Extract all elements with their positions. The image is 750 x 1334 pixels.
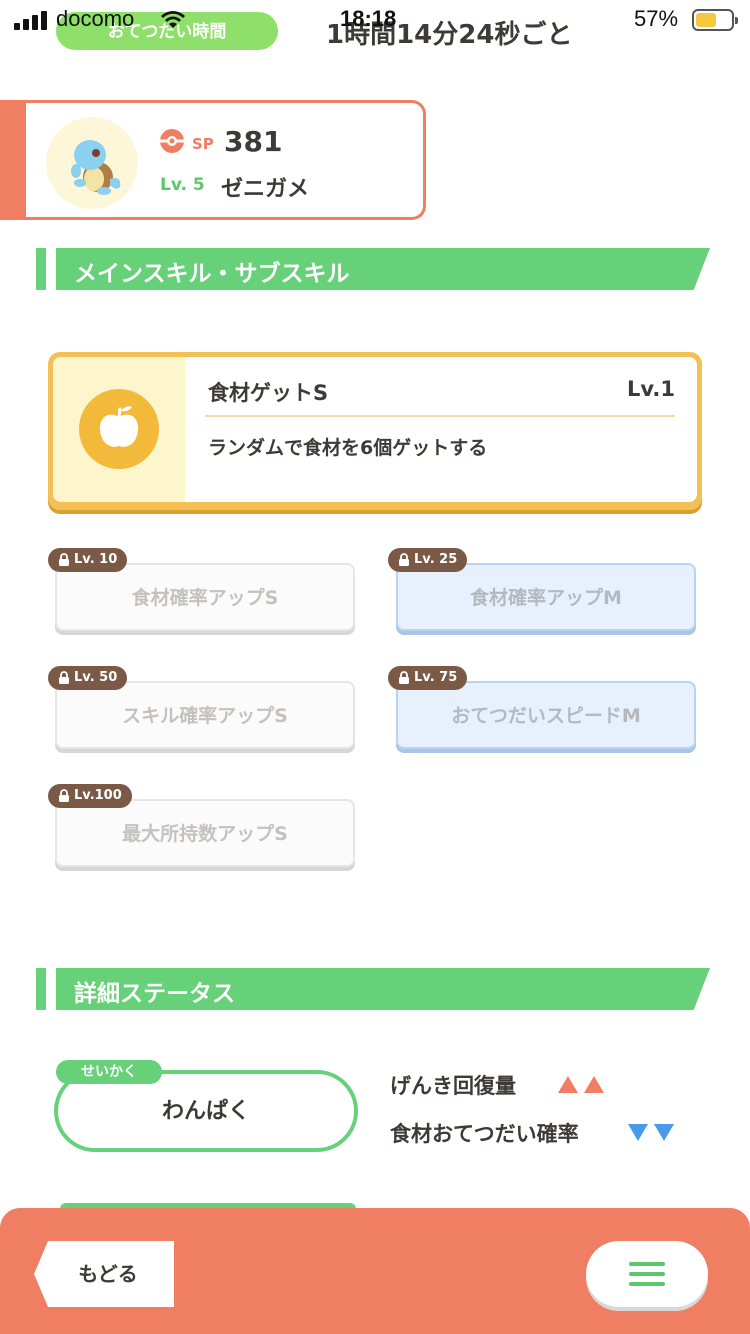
pokemon-avatar: [46, 117, 138, 209]
unlock-level-badge: Lv. 75: [388, 666, 468, 690]
squirtle-icon: [71, 140, 121, 195]
unlock-level-badge: Lv. 25: [388, 548, 468, 572]
unlock-level-badge: Lv. 50: [48, 666, 128, 690]
clock: 18:18: [340, 6, 397, 31]
lock-icon: [59, 553, 69, 566]
status-section-header: 詳細ステータス: [36, 968, 710, 1010]
main-skill-name: 食材ゲットS: [208, 381, 329, 405]
sub-skill-button-4[interactable]: おてつだいスピードM: [396, 681, 696, 749]
divider: [205, 415, 675, 417]
sub-skill-button-1[interactable]: 食材確率アップS: [55, 563, 355, 631]
nature-effect-down-label: 食材おてつだい確率: [390, 1122, 579, 1146]
back-button[interactable]: もどる: [34, 1241, 174, 1307]
lock-icon: [399, 553, 409, 566]
carrier-name: docomo: [56, 6, 135, 31]
arrow-up-icon: [558, 1076, 578, 1093]
signal-icon: [14, 10, 50, 30]
main-skill-description: ランダムで食材を6個ゲットする: [208, 437, 488, 459]
unlock-level-badge: Lv.100: [48, 784, 132, 808]
arrow-down-icon: [654, 1124, 674, 1141]
sub-skill-button-3[interactable]: スキル確率アップS: [55, 681, 355, 749]
skills-section-header: メインスキル・サブスキル: [36, 248, 710, 290]
unlock-level: Lv. 50: [74, 670, 118, 685]
status-section-title: 詳細ステータス: [74, 981, 235, 1007]
lock-icon: [399, 671, 409, 684]
pokemon-level: Lv. 5: [160, 175, 205, 195]
nature-effect-up-label: げんき回復量: [390, 1074, 516, 1098]
menu-button[interactable]: [586, 1241, 708, 1307]
unlock-level-badge: Lv. 10: [48, 548, 128, 572]
sp-label: SP: [192, 135, 214, 153]
skills-section-title: メインスキル・サブスキル: [74, 261, 350, 287]
arrow-down-icon: [628, 1124, 648, 1141]
arrow-up-icon: [584, 1076, 604, 1093]
unlock-level: Lv. 10: [74, 552, 118, 567]
nature-tag: せいかく: [56, 1060, 162, 1084]
pokemon-card: SP 381 Lv. 5 ゼニガメ: [0, 100, 426, 220]
battery-percent: 57%: [634, 6, 679, 31]
main-skill-level: Lv.1: [627, 377, 675, 401]
sp-value: 381: [224, 125, 283, 158]
lock-icon: [59, 789, 69, 802]
sub-skill-button-2[interactable]: 食材確率アップM: [396, 563, 696, 631]
battery-icon: [692, 9, 738, 31]
unlock-level: Lv. 25: [414, 552, 458, 567]
unlock-level: Lv. 75: [414, 670, 458, 685]
pokeball-icon: [160, 129, 184, 153]
status-bar: docomo 18:18 57%: [0, 0, 750, 44]
main-skill-card[interactable]: 食材ゲットS Lv.1 ランダムで食材を6個ゲットする: [48, 352, 702, 510]
card-accent: [0, 103, 26, 217]
lock-icon: [59, 671, 69, 684]
apple-icon: [79, 389, 159, 469]
wifi-icon: [161, 11, 185, 28]
sub-skill-button-5[interactable]: 最大所持数アップS: [55, 799, 355, 867]
unlock-level: Lv.100: [74, 788, 122, 803]
pokemon-name: ゼニガメ: [221, 177, 310, 202]
